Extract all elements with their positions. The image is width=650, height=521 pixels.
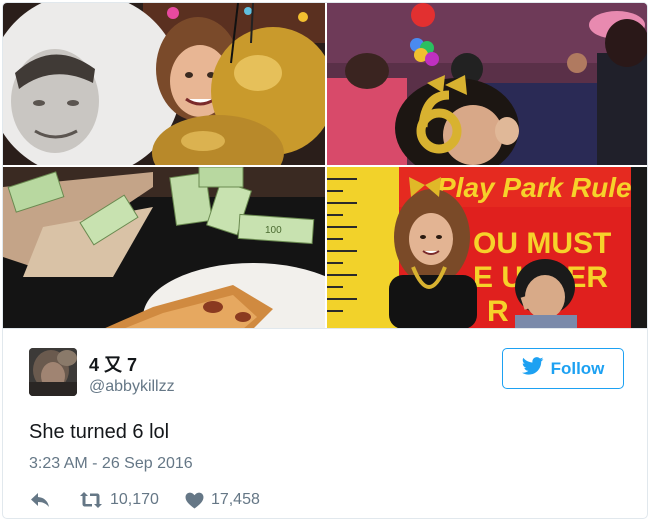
photo-party-girl-six-headband[interactable] [327,3,647,165]
dollar-bill-label: 100 [265,225,282,236]
sign-line-1-text: OU MUST [473,227,611,260]
like-count: 17,458 [210,491,260,508]
user-avatar-image [29,348,77,396]
tweet-card: 100 Play Park Rules OU MUST E R 4 又 7 @a… [2,2,648,519]
sign-title-text: Play Park Rules [437,172,647,203]
photo-grid: 100 Play Park Rules OU MUST E R [3,3,647,329]
photo-girl-height-sign[interactable]: Play Park Rules OU MUST E UNDER R [327,167,647,328]
tweet-timestamp[interactable]: 3:23 AM - 26 Sep 2016 [29,455,193,473]
display-name[interactable]: 4 又 7 [89,351,137,377]
like-button[interactable]: 17,458 [185,491,260,509]
photo-money-napkin-pizza-image: 100 [3,167,325,328]
photo-party-girl-six-headband-image [327,3,647,165]
twitter-bird-icon [521,357,544,380]
sign-line-3-text: R [487,295,509,328]
reply-arrow-icon [29,491,51,509]
tweet-text: She turned 6 lol [29,421,170,443]
photo-money-napkin-pizza[interactable]: 100 [3,167,325,328]
photo-girl-height-sign-image: Play Park Rules OU MUST E UNDER R [327,167,647,328]
retweet-button[interactable]: 10,170 [79,491,159,509]
tweet-actions: 10,170 17,458 [29,489,260,511]
follow-label: Follow [550,358,605,378]
retweet-icon [79,491,110,509]
photo-girl-with-balloons-image [3,3,325,165]
follow-button[interactable]: Follow [502,348,624,389]
reply-button[interactable] [29,491,51,509]
retweet-count: 10,170 [110,491,159,508]
username[interactable]: @abbykillzz [89,378,175,396]
user-avatar[interactable] [29,348,77,396]
heart-icon [185,492,211,509]
photo-girl-with-balloons[interactable] [3,3,325,165]
